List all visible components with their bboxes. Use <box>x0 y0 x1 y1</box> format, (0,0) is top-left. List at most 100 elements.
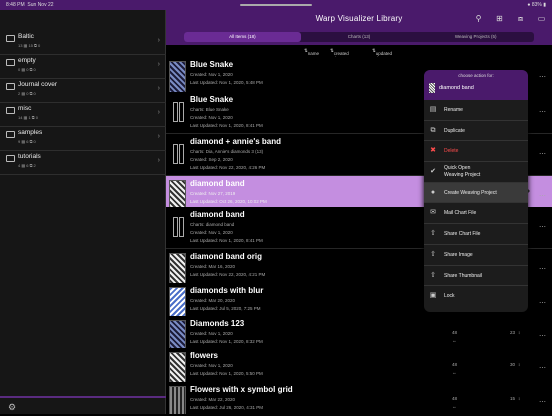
folder-icon <box>6 155 15 162</box>
sort-bar: ⇅ name ⇅ created date ⇅ updated date <box>166 45 552 61</box>
sort-name[interactable]: ⇅ name <box>304 48 319 56</box>
menu-item-label: Quick Open Weaving Project <box>444 165 481 179</box>
item-title: Flowers with x symbol grid <box>190 385 293 394</box>
sidebar-item-counts: 9 ▦ 6 ⧉ 0 <box>18 139 36 144</box>
create-weaving-project-menu-item[interactable]: ● Create Weaving Project <box>424 182 528 204</box>
item-detail: Created: Nov 1, 2020 <box>190 230 233 235</box>
chart-thumbnail <box>429 83 435 93</box>
more-icon[interactable]: ⋯ <box>539 192 546 200</box>
import-icon[interactable]: ⊞ <box>495 14 504 23</box>
trash-icon: ✖ <box>430 147 436 155</box>
sidebar-item-counts: 0 ▦ 0 ⧉ 0 <box>18 67 36 72</box>
sidebar-item-label: Journal cover <box>18 81 58 88</box>
rename-menu-item[interactable]: ▤ Rename <box>424 100 528 121</box>
sidebar-footer: ⚙ <box>0 396 166 416</box>
sort-updated-date[interactable]: ⇅ updated date <box>372 48 392 61</box>
item-title: Blue Snake <box>190 60 234 69</box>
item-title: Diamonds 123 <box>190 319 245 328</box>
sidebar-item-journal-cover[interactable]: Journal cover 2 ▦ 0 ⧉ 0 › <box>0 79 166 103</box>
header: Warp Visualizer Library ⚲ ⊞ ⧈ ▭ All Item… <box>166 10 552 45</box>
filter-segmented-control: All Items (18) Charts (13) Weaving Proje… <box>184 32 534 42</box>
item-detail: Created: Nov 1, 2020 <box>190 331 233 336</box>
item-detail: Created: Nov 1, 2020 <box>190 72 233 77</box>
more-icon[interactable]: ⋯ <box>539 223 546 231</box>
tab-weaving-projects[interactable]: Weaving Projects (5) <box>417 32 534 42</box>
rename-icon: ▤ <box>429 106 437 113</box>
gear-icon[interactable]: ⚙ <box>8 402 16 413</box>
more-icon[interactable]: ⋯ <box>539 364 546 372</box>
menu-item-label: Create Weaving Project <box>444 189 497 196</box>
sort-created-date[interactable]: ⇅ created date <box>330 48 349 61</box>
more-icon[interactable]: ⋯ <box>539 265 546 273</box>
menu-item-label: Delete <box>444 148 459 155</box>
menu-item-label: Share Image <box>444 251 473 258</box>
chart-height: 30 <box>510 362 516 367</box>
search-icon[interactable]: ⚲ <box>474 14 483 23</box>
more-icon[interactable]: ⋯ <box>539 73 546 81</box>
sidebar-item-misc[interactable]: misc 14 ▦ 1 ⧉ 0 › <box>0 103 166 127</box>
height-arrow-icon: ↕ <box>518 396 521 401</box>
item-detail: Created: Sep 2, 2020 <box>190 157 233 162</box>
mail-chart-file-menu-item[interactable]: ✉ Mail Chart File <box>424 203 528 225</box>
menu-item-label: Lock <box>444 293 455 300</box>
battery-indicator: ● 83% ▮ <box>527 2 546 8</box>
checkmark-circle-icon: ✔ <box>430 168 436 176</box>
share-chart-file-menu-item[interactable]: ⇧ Share Chart File <box>424 224 528 245</box>
tab-charts[interactable]: Charts (13) <box>301 32 418 42</box>
item-detail: Last Updated: Jul 5, 2020, 7:25 PM <box>190 306 261 311</box>
item-detail: Charts: Dia, Annie's diamonds 3 (13) <box>190 149 264 154</box>
folder-icon <box>6 35 15 42</box>
more-icon[interactable]: ⋯ <box>539 332 546 340</box>
quick-open-menu-item[interactable]: ✔ Quick Open Weaving Project <box>424 162 528 183</box>
item-detail: Last Updated: Jul 26, 2020, 4:31 PM <box>190 405 264 410</box>
create-project-icon: ● <box>430 188 436 196</box>
more-icon[interactable]: ⋯ <box>539 150 546 158</box>
sidebar-item-counts: 2 ▦ 0 ⧉ 0 <box>18 91 36 96</box>
tab-all-items[interactable]: All Items (18) <box>184 32 301 42</box>
action-popover: choose action for: diamond band ▤ Rename… <box>424 70 528 312</box>
more-icon[interactable]: ⋯ <box>539 299 546 307</box>
lock-menu-item[interactable]: ▣ Lock <box>424 286 528 307</box>
sidebar-item-samples[interactable]: samples 9 ▦ 6 ⧉ 0 › <box>0 127 166 151</box>
new-file-icon[interactable]: ▭ <box>537 14 546 23</box>
duplicate-menu-item[interactable]: ⧉ Duplicate <box>424 121 528 142</box>
item-title: diamond band <box>190 179 245 188</box>
chart-width: 48 <box>452 362 458 367</box>
chart-height: 23 <box>510 330 516 335</box>
item-detail: Charts: Blue Snake <box>190 107 229 112</box>
width-arrow-icon: ↔ <box>452 404 457 409</box>
chevron-right-icon: › <box>157 133 160 140</box>
item-detail: Created: Mar 22, 2020 <box>190 397 236 402</box>
sidebar-item-label: tutorials <box>18 153 41 160</box>
share-thumbnail-menu-item[interactable]: ⇧ Share Thumbnail <box>424 266 528 287</box>
mail-icon: ✉ <box>430 209 436 217</box>
chart-height: 15 <box>510 396 516 401</box>
menu-item-label: Mail Chart File <box>444 210 477 217</box>
height-arrow-icon: ↕ <box>518 330 521 335</box>
height-arrow-icon: ↕ <box>518 362 521 367</box>
chart-width: 48 <box>452 396 458 401</box>
item-detail: Last Updated: Nov 22, 2020, 4:26 PM <box>190 165 266 170</box>
multitask-indicator[interactable] <box>240 4 312 6</box>
new-folder-icon[interactable]: ⧈ <box>516 14 525 23</box>
more-icon[interactable]: ⋯ <box>539 398 546 406</box>
more-icon[interactable]: ⋯ <box>539 108 546 116</box>
menu-item-label: Share Chart File <box>444 231 481 238</box>
sidebar-item-baltic[interactable]: Baltic 13 ▦ 15 ⧉ 0 › <box>0 31 166 55</box>
delete-menu-item[interactable]: ✖ Delete <box>424 141 528 163</box>
list-item[interactable]: Flowers with x symbol grid Created: Mar … <box>166 382 552 414</box>
menu-item-label: Rename <box>444 107 463 113</box>
menu-item-label: Duplicate <box>444 127 465 134</box>
chart-width: 48 <box>452 330 458 335</box>
sidebar-item-tutorials[interactable]: tutorials 4 ▦ 6 ⧉ 2 › <box>0 151 166 175</box>
width-arrow-icon: ↔ <box>452 338 457 343</box>
share-icon: ⇧ <box>430 250 436 258</box>
chevron-right-icon: › <box>157 61 160 68</box>
chevron-right-icon: › <box>157 109 160 116</box>
chart-thumbnail <box>169 352 186 385</box>
sidebar-item-counts: 14 ▦ 1 ⧉ 0 <box>18 115 38 120</box>
weaving-project-icon <box>169 211 186 244</box>
sidebar-item-empty[interactable]: empty 0 ▦ 0 ⧉ 0 › <box>0 55 166 79</box>
share-image-menu-item[interactable]: ⇧ Share Image <box>424 245 528 266</box>
sidebar-item-label: Baltic <box>18 33 34 40</box>
